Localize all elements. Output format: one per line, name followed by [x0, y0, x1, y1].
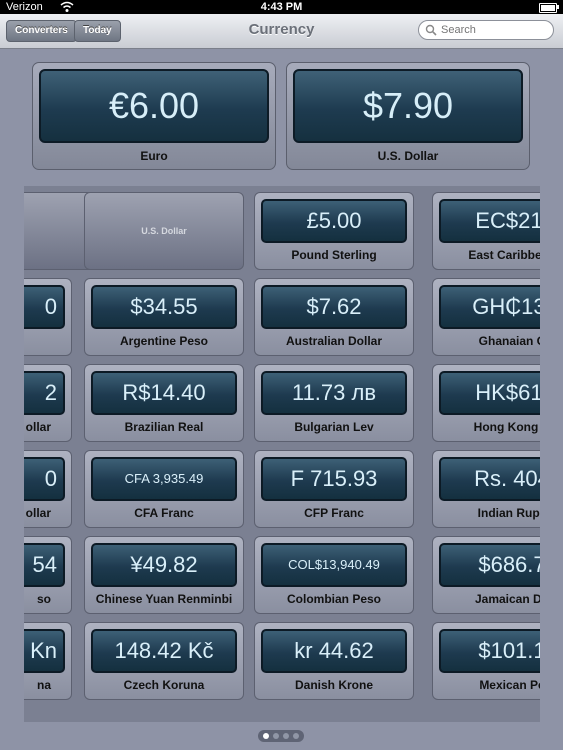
currency-grid[interactable]: U.S. Dollar £5.00 Pound Sterling EC$21. Ea…	[24, 186, 540, 722]
currency-name: Australian Dollar	[285, 334, 383, 348]
currency-tile[interactable]: $7.62 Australian Dollar	[254, 278, 414, 356]
value-display: Kn	[24, 629, 65, 673]
currency-tile[interactable]: 0	[24, 278, 72, 356]
page-dot-2[interactable]	[273, 733, 279, 739]
currency-tile[interactable]: F 715.93 CFP Franc	[254, 450, 414, 528]
base-currency-euro[interactable]: €6.00 Euro	[32, 62, 276, 170]
search-input[interactable]	[441, 22, 546, 38]
currency-tile[interactable]: £5.00 Pound Sterling	[254, 192, 414, 270]
currency-tile[interactable]: 11.73 лв Bulgarian Lev	[254, 364, 414, 442]
currency-name: Czech Koruna	[123, 678, 205, 692]
search-field[interactable]	[418, 20, 554, 40]
value-display: $7.62	[261, 285, 407, 329]
currency-tile-placeholder: U.S. Dollar	[84, 192, 244, 270]
page-dot-1[interactable]	[263, 733, 269, 739]
value-display: 148.42 Kč	[91, 629, 237, 673]
value-display: kr 44.62	[261, 629, 407, 673]
currency-tile[interactable]: $101.1 Mexican Pe	[432, 622, 540, 700]
currency-tile[interactable]: COL$13,940.49 Colombian Peso	[254, 536, 414, 614]
status-bar: Verizon 4:43 PM	[0, 0, 563, 14]
currency-name: East Caribbean	[468, 248, 540, 262]
currency-tile[interactable]: CFA 3,935.49 CFA Franc	[84, 450, 244, 528]
page-dot-4[interactable]	[293, 733, 299, 739]
value-display: EC$21.	[439, 199, 540, 243]
currency-name: CFP Franc	[304, 506, 364, 520]
value-display: 54	[24, 543, 65, 587]
currency-name: Indian Rupe	[477, 506, 540, 520]
currency-name: Colombian Peso	[286, 592, 381, 606]
currency-name: Hong Kong D	[473, 420, 540, 434]
currency-name: Jamaican Do	[474, 592, 540, 606]
base-value-display: $7.90	[293, 69, 523, 143]
currency-name: ollar	[25, 420, 51, 434]
base-value-display: €6.00	[39, 69, 269, 143]
currency-name: CFA Franc	[134, 506, 194, 520]
currency-name: Mexican Pe	[479, 678, 540, 692]
value-display: 11.73 лв	[261, 371, 407, 415]
currency-name: ollar	[25, 506, 51, 520]
page-dot-3[interactable]	[283, 733, 289, 739]
base-currency-name: Euro	[140, 149, 168, 163]
currency-name: Ghanaian C	[478, 334, 540, 348]
value-display: HK$61.	[439, 371, 540, 415]
value-display: 2	[24, 371, 65, 415]
base-currency-usd[interactable]: $7.90 U.S. Dollar	[286, 62, 530, 170]
base-currency-name: U.S. Dollar	[377, 149, 439, 163]
value-display: COL$13,940.49	[261, 543, 407, 587]
value-display: R$14.40	[91, 371, 237, 415]
battery-tip	[557, 5, 559, 9]
currency-name: Brazilian Real	[124, 420, 204, 434]
currency-name: Bulgarian Lev	[294, 420, 374, 434]
currency-tile[interactable]: 0 ollar	[24, 450, 72, 528]
currency-name: Pound Sterling	[291, 248, 377, 262]
currency-tile[interactable]: GH₵13. Ghanaian C	[432, 278, 540, 356]
value-display: $686.7	[439, 543, 540, 587]
currency-name: Danish Krone	[294, 678, 373, 692]
value-display: CFA 3,935.49	[91, 457, 237, 501]
value-display: GH₵13.	[439, 285, 540, 329]
converters-button[interactable]: Converters	[6, 20, 77, 42]
value-display: £5.00	[261, 199, 407, 243]
nav-bar: Currency Converters Today	[0, 14, 563, 49]
placeholder-label: U.S. Dollar	[141, 226, 187, 236]
currency-tile[interactable]: 54 so	[24, 536, 72, 614]
currency-name: Argentine Peso	[119, 334, 209, 348]
currency-tile[interactable]: Rs. 404 Indian Rupe	[432, 450, 540, 528]
currency-name: so	[36, 592, 51, 606]
value-display: 0	[24, 457, 65, 501]
currency-name: Chinese Yuan Renminbi	[95, 592, 233, 606]
value-display: 0	[24, 285, 65, 329]
value-display: ¥49.82	[91, 543, 237, 587]
currency-tile[interactable]: $34.55 Argentine Peso	[84, 278, 244, 356]
currency-tile[interactable]: kr 44.62 Danish Krone	[254, 622, 414, 700]
currency-tile[interactable]: R$14.40 Brazilian Real	[84, 364, 244, 442]
today-button[interactable]: Today	[74, 20, 121, 42]
clock: 4:43 PM	[260, 1, 303, 13]
value-display: $101.1	[439, 629, 540, 673]
value-display: $34.55	[91, 285, 237, 329]
page-indicator[interactable]	[258, 730, 304, 742]
currency-tile[interactable]: $686.7 Jamaican Do	[432, 536, 540, 614]
value-display: F 715.93	[261, 457, 407, 501]
currency-tile[interactable]: Kn na	[24, 622, 72, 700]
currency-tile[interactable]: 2 ollar	[24, 364, 72, 442]
currency-tile[interactable]: HK$61. Hong Kong D	[432, 364, 540, 442]
currency-tile[interactable]: ¥49.82 Chinese Yuan Renminbi	[84, 536, 244, 614]
currency-name: na	[36, 678, 51, 692]
currency-tile[interactable]: 148.42 Kč Czech Koruna	[84, 622, 244, 700]
search-icon	[425, 24, 437, 36]
value-display: Rs. 404	[439, 457, 540, 501]
battery-icon	[539, 3, 557, 13]
currency-tile[interactable]: EC$21. East Caribbean	[432, 192, 540, 270]
